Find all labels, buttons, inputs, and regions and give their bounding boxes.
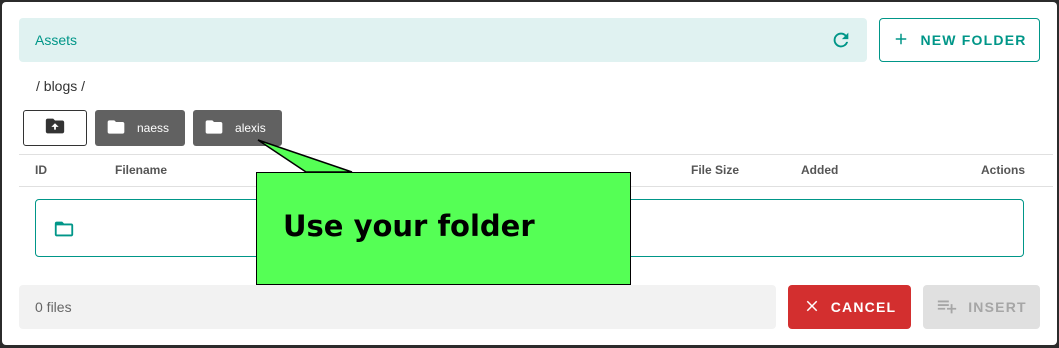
- header-bar: Assets: [19, 18, 867, 62]
- parent-folder-button[interactable]: [23, 110, 87, 146]
- cancel-button[interactable]: CANCEL: [788, 285, 911, 329]
- column-id[interactable]: ID: [35, 155, 47, 186]
- insert-button[interactable]: INSERT: [923, 285, 1040, 329]
- column-added[interactable]: Added: [801, 155, 838, 186]
- new-folder-button[interactable]: NEW FOLDER: [879, 18, 1040, 62]
- cancel-label: CANCEL: [830, 299, 897, 315]
- insert-label: INSERT: [968, 299, 1027, 315]
- file-count: 0 files: [19, 285, 776, 329]
- new-folder-label: NEW FOLDER: [920, 32, 1027, 48]
- folder-upload-icon: [44, 115, 66, 142]
- column-filename[interactable]: Filename: [115, 155, 167, 186]
- folder-label: naess: [137, 121, 170, 135]
- folder-icon: [203, 117, 225, 140]
- folder-row: naess alexis: [23, 110, 282, 146]
- annotation-text: Use your folder: [283, 209, 535, 243]
- playlist-add-icon: [936, 295, 958, 320]
- column-file-size[interactable]: File Size: [691, 155, 739, 186]
- header-title: Assets: [35, 32, 78, 48]
- folder-label: alexis: [235, 121, 266, 135]
- column-actions: Actions: [980, 163, 1025, 177]
- folder-icon: [105, 117, 127, 140]
- folder-chip-naess[interactable]: naess: [95, 110, 186, 146]
- close-icon: [803, 297, 821, 318]
- refresh-icon[interactable]: [829, 28, 853, 52]
- folder-chip-alexis[interactable]: alexis: [193, 110, 282, 146]
- plus-icon: [892, 30, 910, 51]
- breadcrumb: / blogs /: [36, 78, 86, 94]
- annotation-callout: Use your folder: [256, 172, 631, 285]
